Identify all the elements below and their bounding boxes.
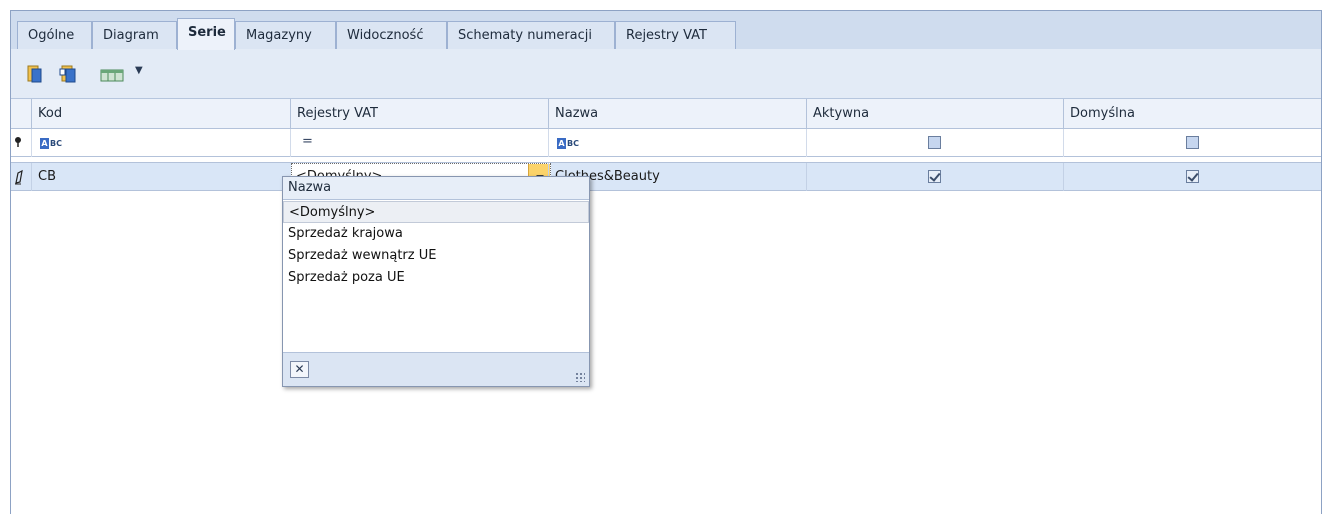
resize-grip-icon[interactable] (575, 372, 585, 382)
dropdown-item[interactable]: Sprzedaż poza UE (283, 267, 589, 289)
tab-widocznosc[interactable]: Widoczność (336, 21, 447, 50)
filter-aktywna-checkbox[interactable] (928, 136, 941, 149)
rejestry-vat-dropdown: Nazwa <Domyślny> Sprzedaż krajowa Sprzed… (282, 176, 590, 387)
column-header-nazwa[interactable]: Nazwa (548, 99, 806, 129)
aktywna-checkbox[interactable] (928, 170, 941, 183)
cell-aktywna[interactable] (806, 163, 1063, 191)
equals-filter-symbol: = (302, 134, 313, 149)
cell-kod[interactable]: CB (31, 163, 290, 191)
dropdown-footer: ✕ (283, 352, 589, 386)
tab-ogolne[interactable]: Ogólne (17, 21, 92, 50)
tab-serie[interactable]: Serie (177, 18, 235, 50)
edit-pencil-icon (11, 163, 31, 190)
tab-schematy-numeracji[interactable]: Schematy numeracji (447, 21, 615, 50)
grid-header: Kod Rejestry VAT Nazwa Aktywna Domyślna (11, 99, 1321, 129)
dropdown-column-header[interactable]: Nazwa (283, 177, 589, 200)
tab-bar: Ogólne Diagram Serie Magazyny Widoczność… (11, 11, 1321, 50)
dropdown-item[interactable]: <Domyślny> (283, 201, 589, 223)
abc-filter-icon: A BC (40, 138, 62, 149)
filter-rejestry-vat[interactable]: = (290, 129, 548, 157)
dropdown-item[interactable]: Sprzedaż wewnątrz UE (283, 245, 589, 267)
column-header-rejestry-vat[interactable]: Rejestry VAT (290, 99, 548, 129)
filter-domyslna-checkbox[interactable] (1186, 136, 1199, 149)
view-options-icon[interactable] (99, 64, 129, 84)
tab-magazyny[interactable]: Magazyny (235, 21, 336, 50)
edit-series-icon[interactable] (59, 64, 79, 84)
filter-kod[interactable]: A BC (31, 129, 290, 157)
column-header-kod[interactable]: Kod (31, 99, 290, 129)
filter-pin-icon (11, 129, 31, 156)
series-window: Ogólne Diagram Serie Magazyny Widoczność… (10, 10, 1322, 514)
dropdown-list: <Domyślny> Sprzedaż krajowa Sprzedaż wew… (283, 201, 589, 289)
filter-domyslna[interactable] (1063, 129, 1321, 157)
tab-rejestry-vat[interactable]: Rejestry VAT (615, 21, 736, 50)
add-series-icon[interactable] (25, 64, 45, 84)
toolbar: ▼ (11, 49, 1321, 99)
cell-domyslna[interactable] (1063, 163, 1321, 191)
tab-diagram[interactable]: Diagram (92, 21, 177, 50)
close-icon[interactable]: ✕ (290, 361, 309, 378)
column-header-domyslna[interactable]: Domyślna (1063, 99, 1321, 129)
filter-nazwa[interactable]: A BC (548, 129, 806, 157)
dropdown-item[interactable]: Sprzedaż krajowa (283, 223, 589, 245)
abc-filter-icon: A BC (557, 138, 579, 149)
filter-row: A BC = A BC (11, 129, 1321, 157)
column-header-aktywna[interactable]: Aktywna (806, 99, 1063, 129)
series-grid: Kod Rejestry VAT Nazwa Aktywna Domyślna … (11, 99, 1321, 514)
domyslna-checkbox[interactable] (1186, 170, 1199, 183)
table-row[interactable]: CB <Domyślny> Clothes&Beauty (11, 163, 1321, 191)
dropdown-arrow-icon[interactable]: ▼ (135, 65, 143, 76)
filter-aktywna[interactable] (806, 129, 1063, 157)
